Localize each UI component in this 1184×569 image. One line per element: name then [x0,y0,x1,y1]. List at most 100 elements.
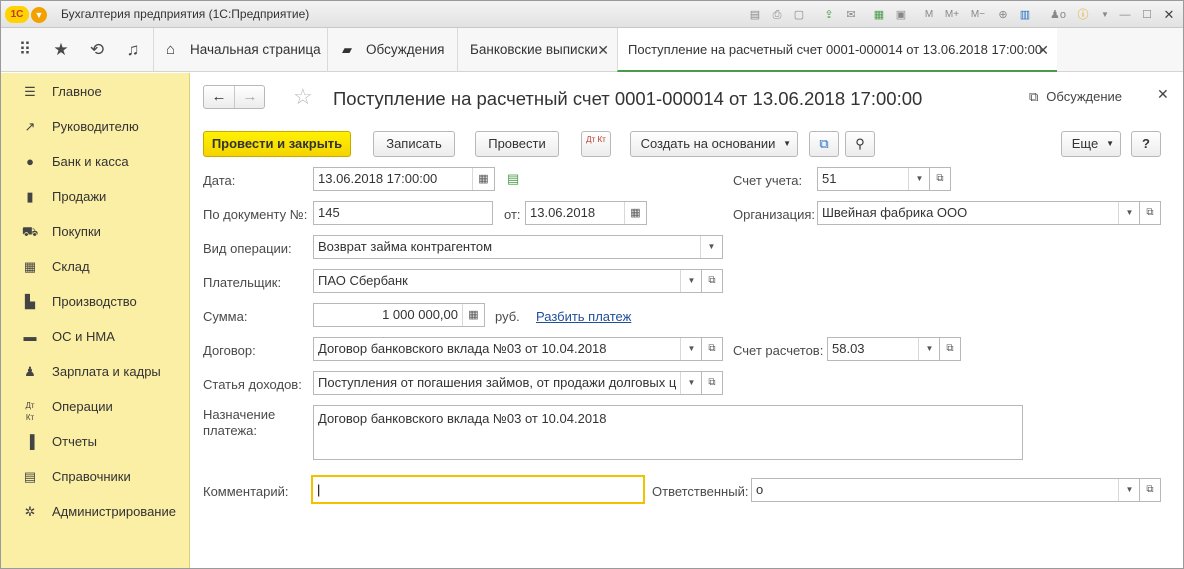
settle-field[interactable]: 58.03 ▼ [827,337,941,361]
dropdown-arrow-icon[interactable]: ▼ [680,270,702,292]
user-icon[interactable]: ♟o [1045,7,1071,23]
attach-button[interactable]: ⚲ [845,131,875,157]
dropdown-arrow-icon[interactable]: ▼ [1118,479,1140,501]
more-button[interactable]: Еще ▼ [1061,131,1121,157]
contract-value: Договор банковского вклада №03 от 10.04.… [318,341,607,356]
income-label: Статья доходов: [203,377,302,392]
dropdown-icon[interactable]: ▼ [1097,7,1113,23]
check-icon[interactable]: ▤ [507,171,519,187]
sidebar-item-catalogs[interactable]: ▤ Справочники [1,459,190,494]
dropdown-arrow-icon[interactable]: ▼ [918,338,940,360]
main-menu-icon[interactable]: ▼ [31,7,47,23]
from-date-field[interactable]: 13.06.2018 ▦ [525,201,647,225]
calendar-icon[interactable]: ▦ [624,202,646,224]
purpose-textarea[interactable]: Договор банковского вклада №03 от 10.04.… [313,405,1023,460]
email-icon[interactable]: ✉ [843,7,859,23]
sidebar-item-salary[interactable]: ♟ Зарплата и кадры [1,354,190,389]
memory-m-icon[interactable]: M [921,7,937,23]
open-icon[interactable]: ⧉ [1139,478,1161,502]
memory-plus-icon[interactable]: M+ [941,7,963,23]
minimize-icon[interactable]: — [1117,7,1133,23]
star-icon[interactable]: ★ [49,38,73,62]
open-icon[interactable]: ⧉ [929,167,951,191]
dropdown-arrow-icon[interactable]: ▼ [908,168,930,190]
more-label: Еще [1071,136,1099,151]
preview-icon[interactable]: ▢ [791,7,807,23]
close-window-icon[interactable]: ✕ [1161,7,1177,23]
dropdown-arrow-icon[interactable]: ▼ [680,372,702,394]
sum-field[interactable]: 1 000 000,00 ▦ [313,303,485,327]
sidebar-item-sales[interactable]: ▮ Продажи [1,179,190,214]
open-icon[interactable]: ⧉ [701,337,723,361]
back-arrow-icon[interactable]: ← [204,86,235,108]
sidebar-item-purchases[interactable]: ⛟ Покупки [1,214,190,249]
sidebar-item-operations[interactable]: Дт Кт Операции [1,389,190,424]
dropdown-arrow-icon[interactable]: ▼ [1118,202,1140,224]
sidebar-item-assets[interactable]: ▬ ОС и НМА [1,319,190,354]
optype-field[interactable]: Возврат займа контрагентом ▼ [313,235,723,259]
info-icon[interactable]: ⓘ [1075,7,1091,23]
dt-kt-button[interactable]: Дт Кт [581,131,611,157]
open-icon[interactable]: ⧉ [701,269,723,293]
close-form-icon[interactable]: ✕ [1157,86,1169,103]
structure-button[interactable]: ⧉ [809,131,839,157]
memory-minus-icon[interactable]: M− [967,7,989,23]
apps-grid-icon[interactable]: ⠿ [13,38,37,62]
account-field[interactable]: 51 ▼ [817,167,931,191]
create-based-on-button[interactable]: Создать на основании ▼ [630,131,798,157]
date-field[interactable]: 13.06.2018 17:00:00 ▦ [313,167,495,191]
docnum-field[interactable]: 145 [313,201,493,225]
dropdown-arrow-icon[interactable]: ▼ [680,338,702,360]
upload-icon[interactable]: ⇪ [821,7,837,23]
dropdown-arrow-icon[interactable]: ▼ [700,236,722,258]
contract-field[interactable]: Договор банковского вклада №03 от 10.04.… [313,337,703,361]
discussion-link[interactable]: ⧉ Обсуждение [1029,89,1122,105]
org-field[interactable]: Швейная фабрика ООО ▼ [817,201,1141,225]
sidebar-item-manager[interactable]: ↗ Руководителю [1,109,190,144]
help-button[interactable]: ? [1131,131,1161,157]
bell-icon[interactable]: ♫ [121,38,145,62]
split-payment-link[interactable]: Разбить платеж [536,309,631,324]
sidebar-item-reports[interactable]: ▐ Отчеты [1,424,190,459]
zoom-icon[interactable]: ⊕ [995,7,1011,23]
tab-discussions[interactable]: ▰ Обсуждения [327,28,457,72]
calendar-icon[interactable]: ▦ [472,168,494,190]
panels-icon[interactable]: ▥ [1017,7,1033,23]
comment-field[interactable]: | [311,475,645,504]
sidebar-item-bank[interactable]: ● Банк и касса [1,144,190,179]
maximize-icon[interactable]: ☐ [1139,7,1155,23]
tab-document[interactable]: Поступление на расчетный счет 0001-00001… [617,28,1057,72]
contract-label: Договор: [203,343,256,358]
payer-field[interactable]: ПАО Сбербанк ▼ [313,269,703,293]
tab-bank-statements[interactable]: Банковские выписки ✕ [457,28,617,72]
sidebar-item-label: Покупки [52,224,101,239]
payer-label: Плательщик: [203,275,282,290]
calendar-icon[interactable]: ▣ [893,7,909,23]
close-tab-icon[interactable]: ✕ [1037,28,1049,70]
responsible-field[interactable]: о ▼ [751,478,1141,502]
app-title: Бухгалтерия предприятия (1С:Предприятие) [61,7,310,21]
history-icon[interactable]: ⟲ [85,38,109,62]
calculator-icon[interactable]: ▦ [871,7,887,23]
book-icon: ▤ [23,469,37,484]
calculator-icon[interactable]: ▦ [462,304,484,326]
favorite-star-icon[interactable]: ☆ [293,85,313,109]
sidebar-item-warehouse[interactable]: ▦ Склад [1,249,190,284]
save-icon[interactable]: ▤ [747,7,763,23]
post-and-close-button[interactable]: Провести и закрыть [203,131,351,157]
income-field[interactable]: Поступления от погашения займов, от прод… [313,371,703,395]
post-button[interactable]: Провести [475,131,559,157]
save-button[interactable]: Записать [373,131,455,157]
open-icon[interactable]: ⧉ [939,337,961,361]
tab-home[interactable]: ⌂ Начальная страница [153,28,327,72]
sidebar-item-main[interactable]: ☰ Главное [1,74,190,109]
open-icon[interactable]: ⧉ [1139,201,1161,225]
responsible-label: Ответственный: [652,484,749,499]
forward-arrow-icon[interactable]: → [235,86,265,108]
sidebar-item-production[interactable]: ▙ Производство [1,284,190,319]
sidebar-item-admin[interactable]: ✲ Администрирование [1,494,190,529]
discussion-label: Обсуждение [1046,89,1123,104]
open-icon[interactable]: ⧉ [701,371,723,395]
close-tab-icon[interactable]: ✕ [597,28,609,72]
print-icon[interactable]: ⎙ [769,7,785,23]
